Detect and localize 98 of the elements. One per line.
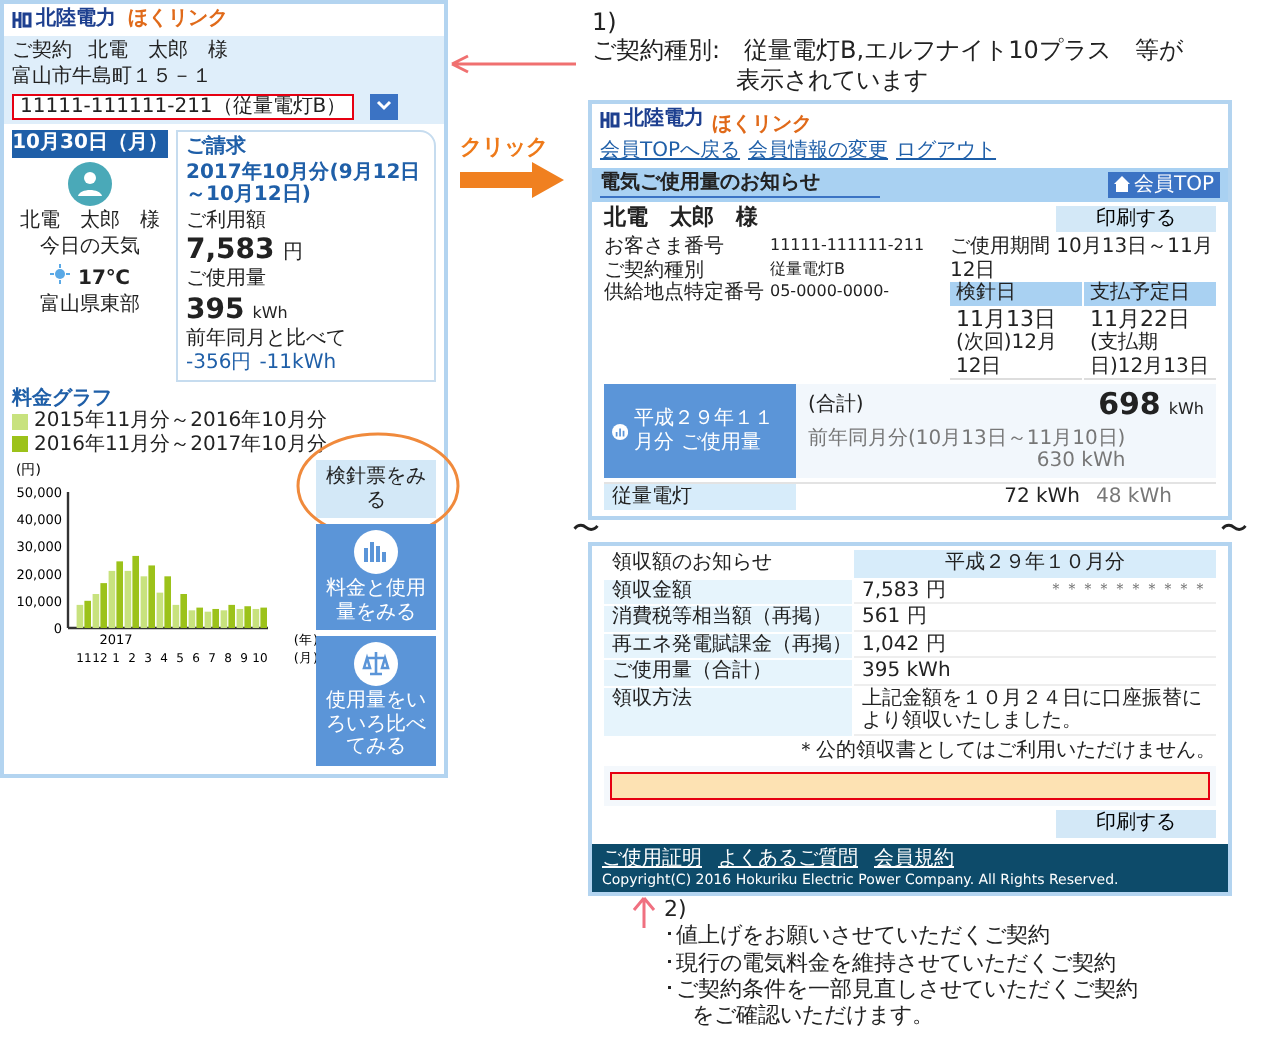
- usage-value: 395: [186, 293, 245, 326]
- date-label: 支払予定日: [1084, 282, 1216, 306]
- nav-link[interactable]: ログアウト: [896, 140, 997, 164]
- amount-diff: -356円: [186, 352, 252, 376]
- bill-period: 2017年10月分(9月12日～10月12日): [186, 161, 423, 207]
- date-header: 10月30日（月）: [12, 130, 168, 157]
- footer-link[interactable]: ご使用証明: [602, 847, 702, 871]
- home-button[interactable]: 会員TOP: [1107, 171, 1220, 198]
- user-name: 北電 太郎 様: [20, 209, 160, 232]
- click-label: クリック: [460, 132, 550, 162]
- company-logo: 北陸電力: [600, 108, 704, 131]
- scale-icon: [354, 642, 398, 687]
- note-number: 1): [592, 8, 619, 37]
- field-label: お客さま番号: [604, 236, 726, 259]
- table-title: 領収額のお知らせ: [610, 550, 774, 578]
- click-arrow: [460, 162, 564, 198]
- amount-value: 7,583: [186, 234, 275, 267]
- pointer-arrow: [632, 896, 656, 929]
- note-line: ･現行の電気料金を維持させていただくご契約: [664, 949, 1118, 976]
- amount-unit: 円: [282, 242, 303, 265]
- chevron-icon: [376, 100, 393, 113]
- temperature: 17℃: [77, 267, 131, 290]
- total-label: (合計): [808, 394, 864, 418]
- date-label: 検針日: [950, 282, 1082, 306]
- date-sub: (次回)12月12日: [956, 332, 1060, 379]
- weather-label: 今日の天気: [40, 236, 140, 259]
- previous-label: 前年同月分(10月13日～11月10日): [808, 427, 1126, 450]
- date-sub: (支払期日)12月13日: [1090, 332, 1210, 379]
- company-logo: 北陸電力: [12, 8, 116, 31]
- chart-title: 料金グラフ: [12, 387, 114, 410]
- legend-label: 2015年11月分～2016年10月分: [34, 410, 327, 434]
- row-value: 561 円: [862, 606, 927, 630]
- receipt-note: ＊公的領収書としてはご利用いただけません。: [796, 739, 1216, 763]
- note-line: ご契約種別: 従量電灯B,エルフナイト10プラス 等が: [592, 36, 1185, 66]
- note-number: 2): [664, 896, 689, 923]
- footer-link[interactable]: よくあるご質問: [718, 847, 858, 871]
- amount-label: ご利用額: [186, 209, 268, 232]
- user-avatar-icon: [68, 161, 112, 205]
- contract-number: 11111-111111-211（従量電灯B）: [12, 93, 355, 120]
- row-previous: 48 kWh: [1096, 485, 1174, 509]
- home-icon: [1113, 176, 1130, 193]
- break-mark: 〜: [1220, 520, 1248, 543]
- customer-name: 北電 太郎 様: [604, 206, 758, 232]
- sun-icon: [49, 263, 70, 283]
- note-line: ･ご契約条件を一部見直しさせていただくご契約: [664, 975, 1138, 1002]
- bill-title: ご請求: [186, 136, 248, 159]
- row-label: 再エネ発電賦課金（再掲）: [604, 633, 852, 659]
- row-extra: ＊＊＊＊＊＊＊＊＊＊: [1048, 579, 1208, 602]
- note-line: 表示されています: [734, 65, 930, 95]
- previous-value: 630 kWh: [1036, 450, 1126, 474]
- logo-icon: [600, 109, 620, 130]
- field-label: ご契約種別: [604, 259, 704, 282]
- dropdown-button[interactable]: [370, 93, 399, 120]
- row-value: 7,583 円: [862, 579, 946, 603]
- nav-link[interactable]: 会員TOPへ戻る: [600, 140, 741, 164]
- address-text: 富山市牛島町１５－１: [12, 66, 212, 89]
- column-header: 平成２９年１０月分: [854, 550, 1216, 578]
- note-line: ･値上げをお願いさせていただくご契約: [664, 922, 1052, 950]
- usage-value: 698: [1098, 388, 1161, 424]
- field-value: 従量電灯B: [770, 259, 847, 282]
- callout-arrow: [448, 54, 580, 74]
- print-button[interactable]: 印刷する: [1056, 810, 1216, 838]
- break-mark: 〜: [572, 520, 600, 543]
- field-label: 供給地点特定番号: [604, 282, 764, 306]
- field-value: 05-0000-0000-: [770, 282, 892, 305]
- usage-period: ご使用期間 10月13日～11月12日: [950, 236, 1215, 282]
- usage-unit: kWh: [1168, 400, 1204, 420]
- usage-title: 平成２９年１１月分 ご使用量: [634, 408, 777, 455]
- menu-button[interactable]: 検針票をみる: [316, 460, 436, 519]
- date-value: 11月13日: [956, 307, 1058, 332]
- y-axis: [66, 492, 70, 629]
- note-line: をご確認いただけます。: [690, 1001, 936, 1029]
- print-button[interactable]: 印刷する: [1056, 205, 1216, 233]
- row-label: 領収方法: [604, 687, 852, 736]
- compare-label: 前年同月と比べて: [186, 327, 348, 351]
- usage-label: ご使用量: [186, 268, 268, 292]
- row-value: 1,042 円: [862, 633, 946, 657]
- footer-link[interactable]: 会員規約: [874, 847, 954, 871]
- logo-icon: [12, 9, 32, 30]
- service-logo: ほくリンク: [712, 113, 812, 137]
- row-label: 領収金額: [604, 579, 852, 605]
- row-label: ご使用量（合計）: [604, 660, 852, 686]
- service-logo: ほくリンク: [128, 8, 228, 31]
- weather-area: 富山県東部: [40, 294, 140, 317]
- page-title: 電気ご使用量のお知らせ: [600, 172, 880, 197]
- nav-link[interactable]: 会員情報の変更: [748, 140, 889, 164]
- customer-name: 北電 太郎 様: [88, 39, 228, 62]
- bar-chart-icon: [354, 530, 398, 575]
- contract-label: ご契約: [12, 39, 72, 62]
- field-value: 11111-111111-211: [770, 236, 927, 259]
- row-value: 395 kWh: [862, 660, 951, 684]
- row-label: 消費税等相当額（再掲）: [604, 606, 852, 632]
- row-value: 72 kWh: [1002, 485, 1082, 509]
- row-value: 上記金額を１０月２４日に口座振替により領収いたしました。: [862, 687, 1204, 734]
- date-value: 11月22日: [1090, 307, 1192, 332]
- usage-unit: kWh: [252, 303, 288, 322]
- row-label: 従量電灯: [604, 483, 796, 511]
- usage-diff: -11kWh: [259, 352, 337, 376]
